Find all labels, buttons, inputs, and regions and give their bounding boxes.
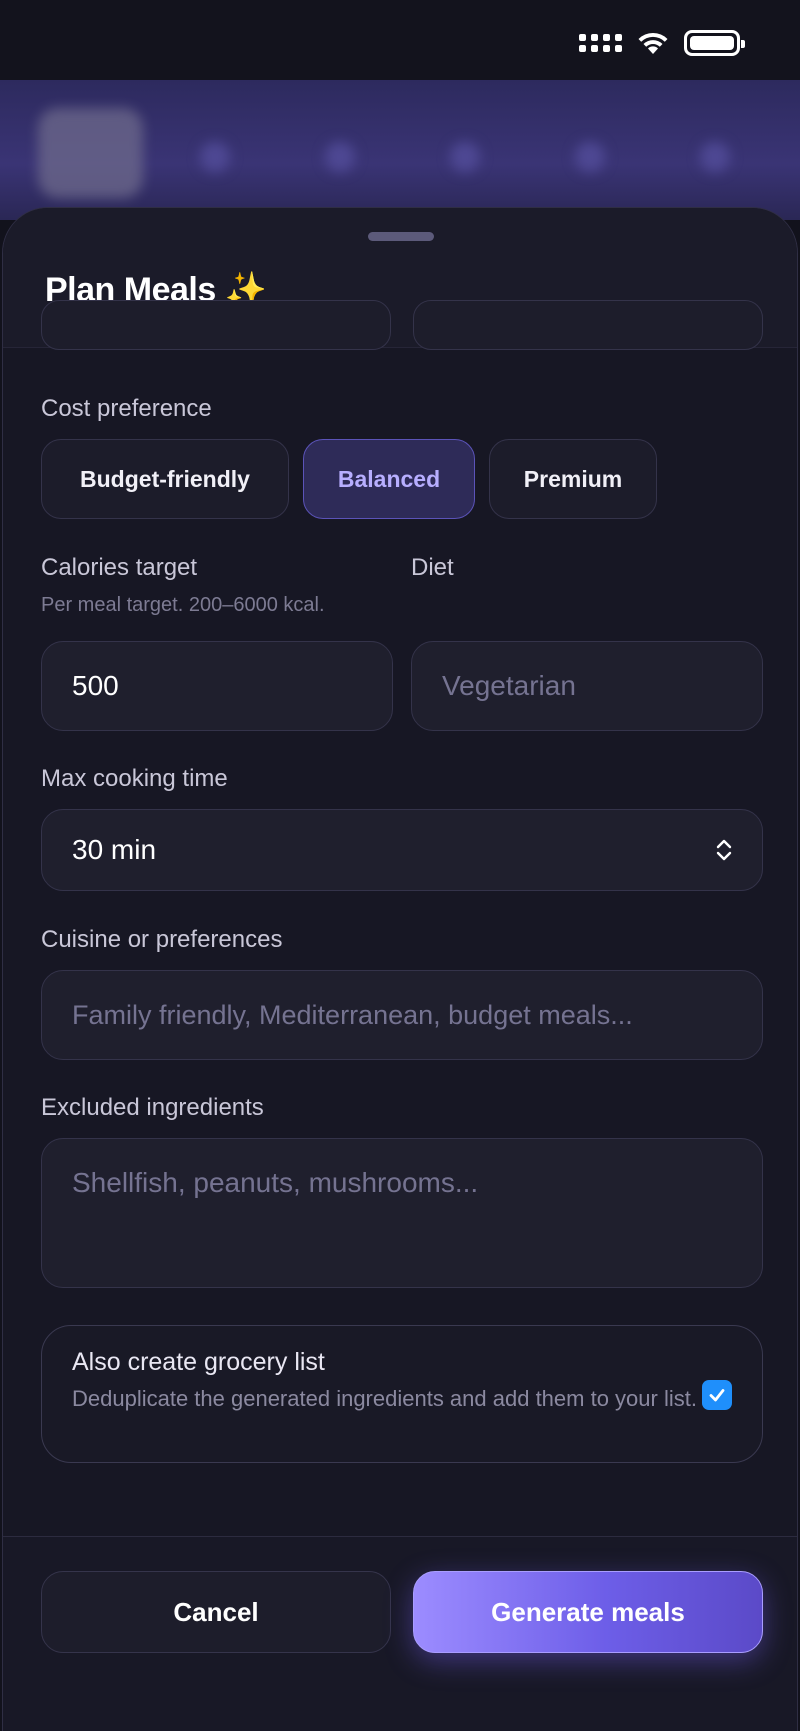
status-icons [579, 30, 745, 56]
calories-target-input[interactable]: 500 [41, 641, 393, 731]
grocery-list-description: Deduplicate the generated ingredients an… [72, 1386, 697, 1411]
diet-input[interactable]: Vegetarian [411, 641, 763, 731]
grocery-list-checkbox[interactable] [702, 1380, 732, 1410]
scrolled-field-right[interactable] [413, 300, 763, 350]
grocery-list-title: Also create grocery list [72, 1348, 325, 1376]
cancel-button[interactable]: Cancel [41, 1571, 391, 1653]
background-nav-dot [700, 142, 730, 172]
cuisine-label: Cuisine or preferences [41, 926, 283, 953]
max-cooking-time-select[interactable]: 30 min [41, 809, 763, 891]
scrolled-field-left[interactable] [41, 300, 391, 350]
generate-meals-button[interactable]: Generate meals [413, 1571, 763, 1653]
status-bar [0, 0, 800, 80]
cuisine-input[interactable]: Family friendly, Mediterranean, budget m… [41, 970, 763, 1060]
cost-preference-label: Cost preference [41, 395, 212, 422]
diet-label: Diet [411, 554, 454, 581]
select-chevron-icon [716, 839, 732, 861]
sheet-header: Plan Meals ✨ [3, 208, 797, 350]
checkmark-icon [709, 1389, 725, 1402]
excluded-ingredients-textarea[interactable]: Shellfish, peanuts, mushrooms... [41, 1138, 763, 1288]
background-nav-dot [575, 142, 605, 172]
chip-balanced[interactable]: Balanced [303, 439, 475, 519]
background-app-header [0, 80, 800, 220]
max-cooking-time-label: Max cooking time [41, 765, 228, 792]
background-nav-dot [325, 142, 355, 172]
chip-budget-friendly[interactable]: Budget-friendly [41, 439, 289, 519]
grocery-list-option[interactable]: Also create grocery list Deduplicate the… [41, 1325, 763, 1463]
background-nav-dot [450, 142, 480, 172]
battery-icon [684, 30, 745, 56]
calories-target-label: Calories target [41, 554, 198, 581]
wifi-icon [638, 32, 668, 54]
calories-hint: Per meal target. 200–6000 kcal. [41, 594, 325, 616]
sheet-grabber[interactable] [368, 232, 434, 241]
sheet-footer: Cancel Generate meals [3, 1536, 797, 1731]
background-nav-dot [200, 142, 230, 172]
cost-preference-group: Budget-friendly Balanced Premium [3, 439, 797, 521]
cellular-signal-icon [579, 34, 622, 52]
plan-meals-sheet: Plan Meals ✨ Cost preference Budget-frie… [2, 207, 798, 1731]
chip-premium[interactable]: Premium [489, 439, 657, 519]
background-avatar [38, 108, 143, 198]
excluded-ingredients-label: Excluded ingredients [41, 1094, 264, 1121]
max-cooking-time-value: 30 min [72, 834, 157, 865]
